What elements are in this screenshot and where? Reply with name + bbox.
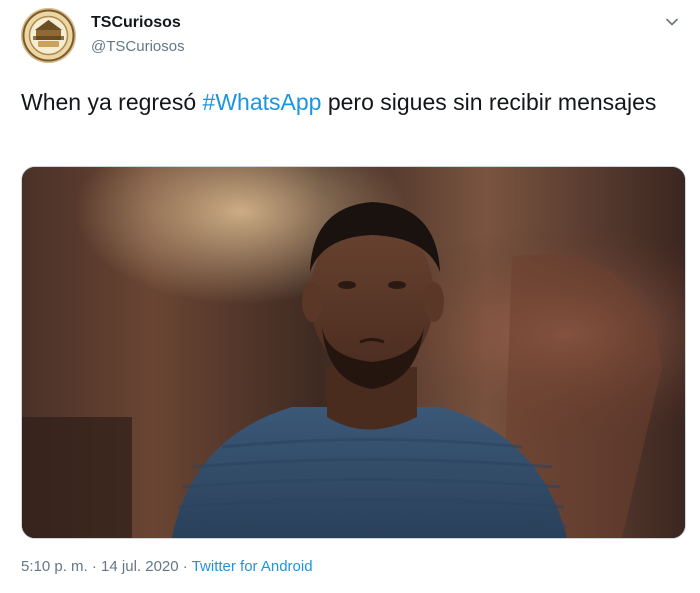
footer-separator-2: · <box>178 558 192 575</box>
avatar[interactable] <box>21 8 76 63</box>
footer-separator: · <box>87 558 102 575</box>
tweet-footer: 5:10 p. m. · 14 jul. 2020 · Twitter for … <box>21 558 313 575</box>
tweet-time[interactable]: 5:10 p. m. <box>21 558 88 575</box>
tscuriosos-logo-icon <box>22 9 75 62</box>
author-name[interactable]: TSCuriosos <box>91 14 181 32</box>
tweet-card: TSCuriosos @TSCuriosos When ya regresó #… <box>0 0 700 593</box>
chevron-down-icon[interactable] <box>664 14 680 30</box>
tweet-text: When ya regresó #WhatsApp pero sigues si… <box>21 86 681 119</box>
author-handle[interactable]: @TSCuriosos <box>91 38 185 55</box>
tweet-date[interactable]: 14 jul. 2020 <box>101 558 179 575</box>
hashtag-link[interactable]: #WhatsApp <box>203 89 322 115</box>
tweet-text-after: pero sigues sin recibir mensajes <box>321 89 657 115</box>
tweet-text-before: When ya regresó <box>21 89 203 115</box>
tweet-source-link[interactable]: Twitter for Android <box>192 558 313 575</box>
tweet-photo[interactable] <box>21 166 686 539</box>
